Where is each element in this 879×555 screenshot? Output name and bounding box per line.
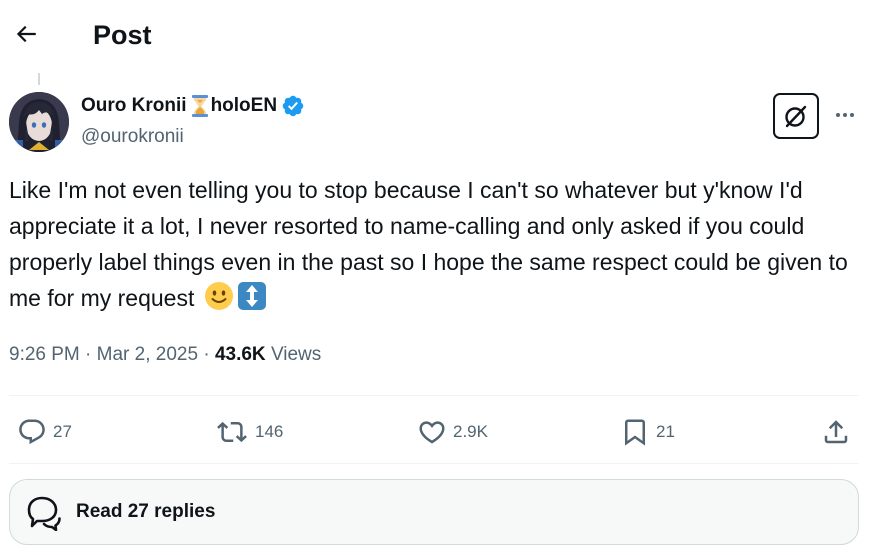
meta-separator: · [85,344,92,365]
read-replies-button[interactable]: Read 27 replies [9,479,859,545]
page-title: Post [93,20,152,50]
bookmark-count: 21 [656,422,675,441]
read-replies-label: Read 27 replies [76,501,216,522]
author-handle[interactable]: @ourokronii [81,125,305,149]
action-bar: 27 146 2.9K 21 [0,407,879,457]
share-icon [824,420,848,444]
author-name-suffix[interactable]: holoEN [211,94,278,118]
repost-button[interactable]: 146 [215,407,283,457]
tweet-meta: 9:26 PM · Mar 2, 2025 · 43.6K Views [9,343,321,367]
like-count: 2.9K [453,422,488,441]
views-label: Views [270,344,322,365]
share-button[interactable] [821,407,851,457]
back-arrow-icon [16,25,36,43]
author-name-row[interactable]: Ouro Kronii holoEN [81,94,305,118]
reply-icon [19,419,45,445]
back-button[interactable] [8,16,44,52]
repost-count: 146 [255,422,284,441]
thread-connector-line [38,73,40,85]
tweet-time[interactable]: 9:26 PM [9,344,80,365]
more-options-button[interactable] [826,100,864,130]
grok-icon [785,105,807,128]
bookmark-button[interactable]: 21 [620,407,675,457]
tweet-text-content: Like I'm not even telling you to stop be… [9,177,855,311]
meta-separator: · [203,344,210,365]
speech-bubbles-icon [27,496,61,531]
author-info: Ouro Kronii holoEN @ourokronii [81,94,305,149]
avatar[interactable] [9,92,69,152]
hourglass-icon [191,94,209,118]
avatar-image [9,92,69,152]
header: Post [0,0,879,70]
slightly-smiling-face-icon [204,281,234,321]
views-count: 43.6K [214,344,266,365]
like-icon [419,421,445,444]
grok-button[interactable] [773,93,819,139]
verified-badge-icon[interactable] [281,94,305,118]
author-display-name[interactable]: Ouro Kronii [81,94,187,118]
divider [9,395,859,396]
divider [9,463,859,464]
reply-button[interactable]: 27 [17,407,72,457]
like-button[interactable]: 2.9K [417,407,488,457]
tweet-text: Like I'm not even telling you to stop be… [9,172,859,321]
more-icon [836,113,854,117]
reply-count: 27 [53,422,72,441]
repost-icon [217,421,247,443]
up-down-arrow-icon [237,281,267,321]
bookmark-icon [625,419,645,446]
tweet-date[interactable]: Mar 2, 2025 [97,344,198,365]
